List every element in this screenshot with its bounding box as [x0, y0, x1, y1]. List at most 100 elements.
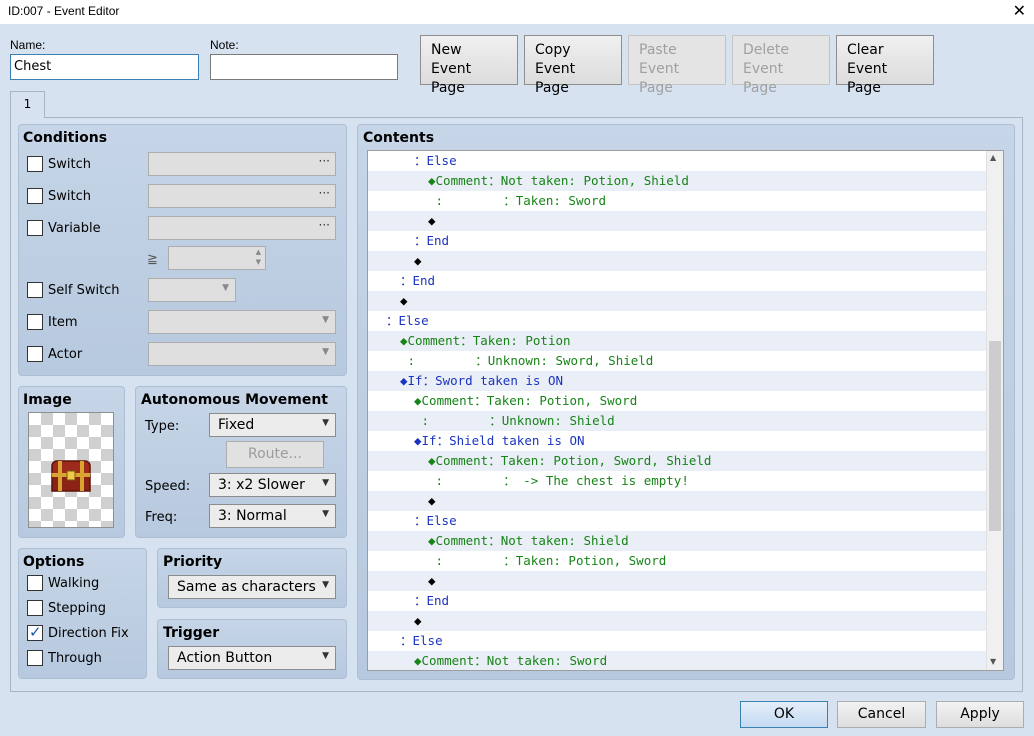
- command-row[interactable]: ◆Comment：Taken: Potion, Sword: [368, 391, 988, 411]
- command-row[interactable]: ：Else: [368, 511, 988, 531]
- spin-up-icon[interactable]: ▲: [256, 248, 261, 256]
- trigger-value: Action Button: [177, 650, 273, 666]
- speed-select[interactable]: 3: x2 Slower ▼: [209, 473, 336, 497]
- name-label: Name:: [10, 38, 46, 52]
- type-label: Type:: [145, 419, 180, 434]
- switch1-field[interactable]: ···: [148, 152, 336, 176]
- actor-checkbox[interactable]: [27, 346, 43, 362]
- scrollbar-thumb[interactable]: [989, 341, 1001, 531]
- priority-select[interactable]: Same as characters ▼: [168, 575, 336, 599]
- name-field[interactable]: Chest: [10, 54, 199, 80]
- command-row[interactable]: : ：Taken: Potion, Sword: [368, 551, 988, 571]
- speed-value: 3: x2 Slower: [218, 477, 305, 493]
- command-row[interactable]: : ：Taken: Sword: [368, 191, 988, 211]
- speed-label: Speed:: [145, 479, 191, 494]
- tab-page-1[interactable]: 1: [10, 91, 45, 118]
- command-row[interactable]: ：End: [368, 591, 988, 611]
- movement-type-select[interactable]: Fixed ▼: [209, 413, 336, 437]
- route-button[interactable]: Route...: [226, 441, 324, 468]
- command-row[interactable]: ◆: [368, 571, 988, 591]
- command-text: ◆Comment：Taken: Potion: [400, 333, 571, 348]
- command-row[interactable]: ◆If：Shield taken is ON: [368, 431, 988, 451]
- command-row[interactable]: ◆Comment：Not taken: Potion, Shield: [368, 171, 988, 191]
- command-row[interactable]: ：Else: [368, 311, 988, 331]
- scroll-down-icon[interactable]: ▼: [990, 657, 996, 666]
- priority-value: Same as characters: [177, 579, 316, 595]
- chevron-down-icon: ▼: [322, 509, 329, 519]
- command-text: ◆Comment：Taken: Potion, Sword, Shield: [428, 453, 712, 468]
- item-select[interactable]: ▼: [148, 310, 336, 334]
- note-label: Note:: [210, 38, 239, 52]
- command-row[interactable]: ：Else: [368, 151, 988, 171]
- event-image[interactable]: [28, 412, 114, 528]
- through-checkbox[interactable]: [27, 650, 43, 666]
- gte-symbol: ≧: [147, 252, 158, 267]
- variable-checkbox[interactable]: [27, 220, 43, 236]
- close-icon[interactable]: ✕: [1013, 2, 1026, 20]
- chevron-down-icon: ▼: [322, 347, 329, 357]
- command-row[interactable]: ◆: [368, 491, 988, 511]
- cancel-button[interactable]: Cancel: [837, 701, 926, 728]
- paste-event-page-button[interactable]: Paste Event Page: [628, 35, 726, 96]
- apply-button[interactable]: Apply: [936, 701, 1024, 728]
- actor-select[interactable]: ▼: [148, 342, 336, 366]
- direction-fix-checkbox[interactable]: [27, 623, 43, 641]
- trigger-select[interactable]: Action Button ▼: [168, 646, 336, 670]
- chevron-down-icon: ▼: [322, 418, 329, 428]
- command-row[interactable]: ：End: [368, 231, 988, 251]
- spin-down-icon[interactable]: ▼: [256, 258, 261, 266]
- switch1-checkbox[interactable]: [27, 156, 43, 172]
- delete-event-page-button[interactable]: Delete Event Page: [732, 35, 830, 96]
- command-row[interactable]: ◆If：Sword taken is ON: [368, 371, 988, 391]
- self-switch-label: Self Switch: [48, 283, 120, 298]
- freq-select[interactable]: 3: Normal ▼: [209, 504, 336, 528]
- ok-button[interactable]: OK: [740, 701, 828, 728]
- walking-checkbox[interactable]: [27, 575, 43, 591]
- item-checkbox[interactable]: [27, 314, 43, 330]
- command-row[interactable]: ◆: [368, 291, 988, 311]
- self-switch-checkbox[interactable]: [27, 282, 43, 298]
- command-row[interactable]: ◆Comment：Not taken: Shield: [368, 531, 988, 551]
- command-text: ◆: [414, 253, 422, 268]
- new-event-page-button[interactable]: New Event Page: [420, 35, 518, 96]
- command-row[interactable]: ◆: [368, 251, 988, 271]
- switch2-checkbox[interactable]: [27, 188, 43, 204]
- command-row[interactable]: : ：Unknown: Sword, Shield: [368, 351, 988, 371]
- browse-icon: ···: [318, 186, 330, 200]
- window-title: ID:007 - Event Editor: [8, 4, 120, 18]
- command-text: ：Else: [414, 153, 457, 168]
- browse-icon: ···: [318, 218, 330, 232]
- scroll-up-icon[interactable]: ▲: [990, 153, 996, 162]
- variable-value-spinner[interactable]: ▲ ▼: [168, 246, 266, 270]
- command-text: : ：Unknown: Shield: [414, 413, 615, 428]
- vertical-scrollbar[interactable]: ▲ ▼: [986, 151, 1003, 670]
- clear-event-page-button[interactable]: Clear Event Page: [836, 35, 934, 96]
- self-switch-select[interactable]: ▼: [148, 278, 236, 302]
- direction-fix-label: Direction Fix: [48, 626, 129, 641]
- command-text: ◆: [428, 573, 436, 588]
- command-row[interactable]: : ：Unknown: Shield: [368, 411, 988, 431]
- command-text: ：End: [414, 233, 450, 248]
- command-row[interactable]: ：Else: [368, 631, 988, 651]
- image-title: Image: [23, 392, 72, 408]
- command-row[interactable]: ◆: [368, 611, 988, 631]
- freq-label: Freq:: [145, 510, 178, 525]
- command-row[interactable]: ◆Comment：Not taken: Sword: [368, 651, 988, 670]
- variable-field[interactable]: ···: [148, 216, 336, 240]
- switch2-field[interactable]: ···: [148, 184, 336, 208]
- command-row[interactable]: ：End: [368, 271, 988, 291]
- event-commands-list[interactable]: ：Else ◆Comment：Not taken: Potion, Shield …: [367, 150, 1004, 671]
- command-row[interactable]: : ： -> The chest is empty!: [368, 471, 988, 491]
- command-text: ◆If：Shield taken is ON: [414, 433, 585, 448]
- command-row[interactable]: ◆Comment：Taken: Potion: [368, 331, 988, 351]
- title-bar: ID:007 - Event Editor ✕: [0, 0, 1034, 24]
- actor-label: Actor: [48, 347, 83, 362]
- copy-event-page-button[interactable]: Copy Event Page: [524, 35, 622, 96]
- stepping-checkbox[interactable]: [27, 600, 43, 616]
- command-row[interactable]: ◆: [368, 211, 988, 231]
- command-text: ：Else: [386, 313, 429, 328]
- note-field[interactable]: [210, 54, 398, 80]
- command-row[interactable]: ◆Comment：Taken: Potion, Sword, Shield: [368, 451, 988, 471]
- chevron-down-icon: ▼: [322, 478, 329, 488]
- variable-label: Variable: [48, 221, 101, 236]
